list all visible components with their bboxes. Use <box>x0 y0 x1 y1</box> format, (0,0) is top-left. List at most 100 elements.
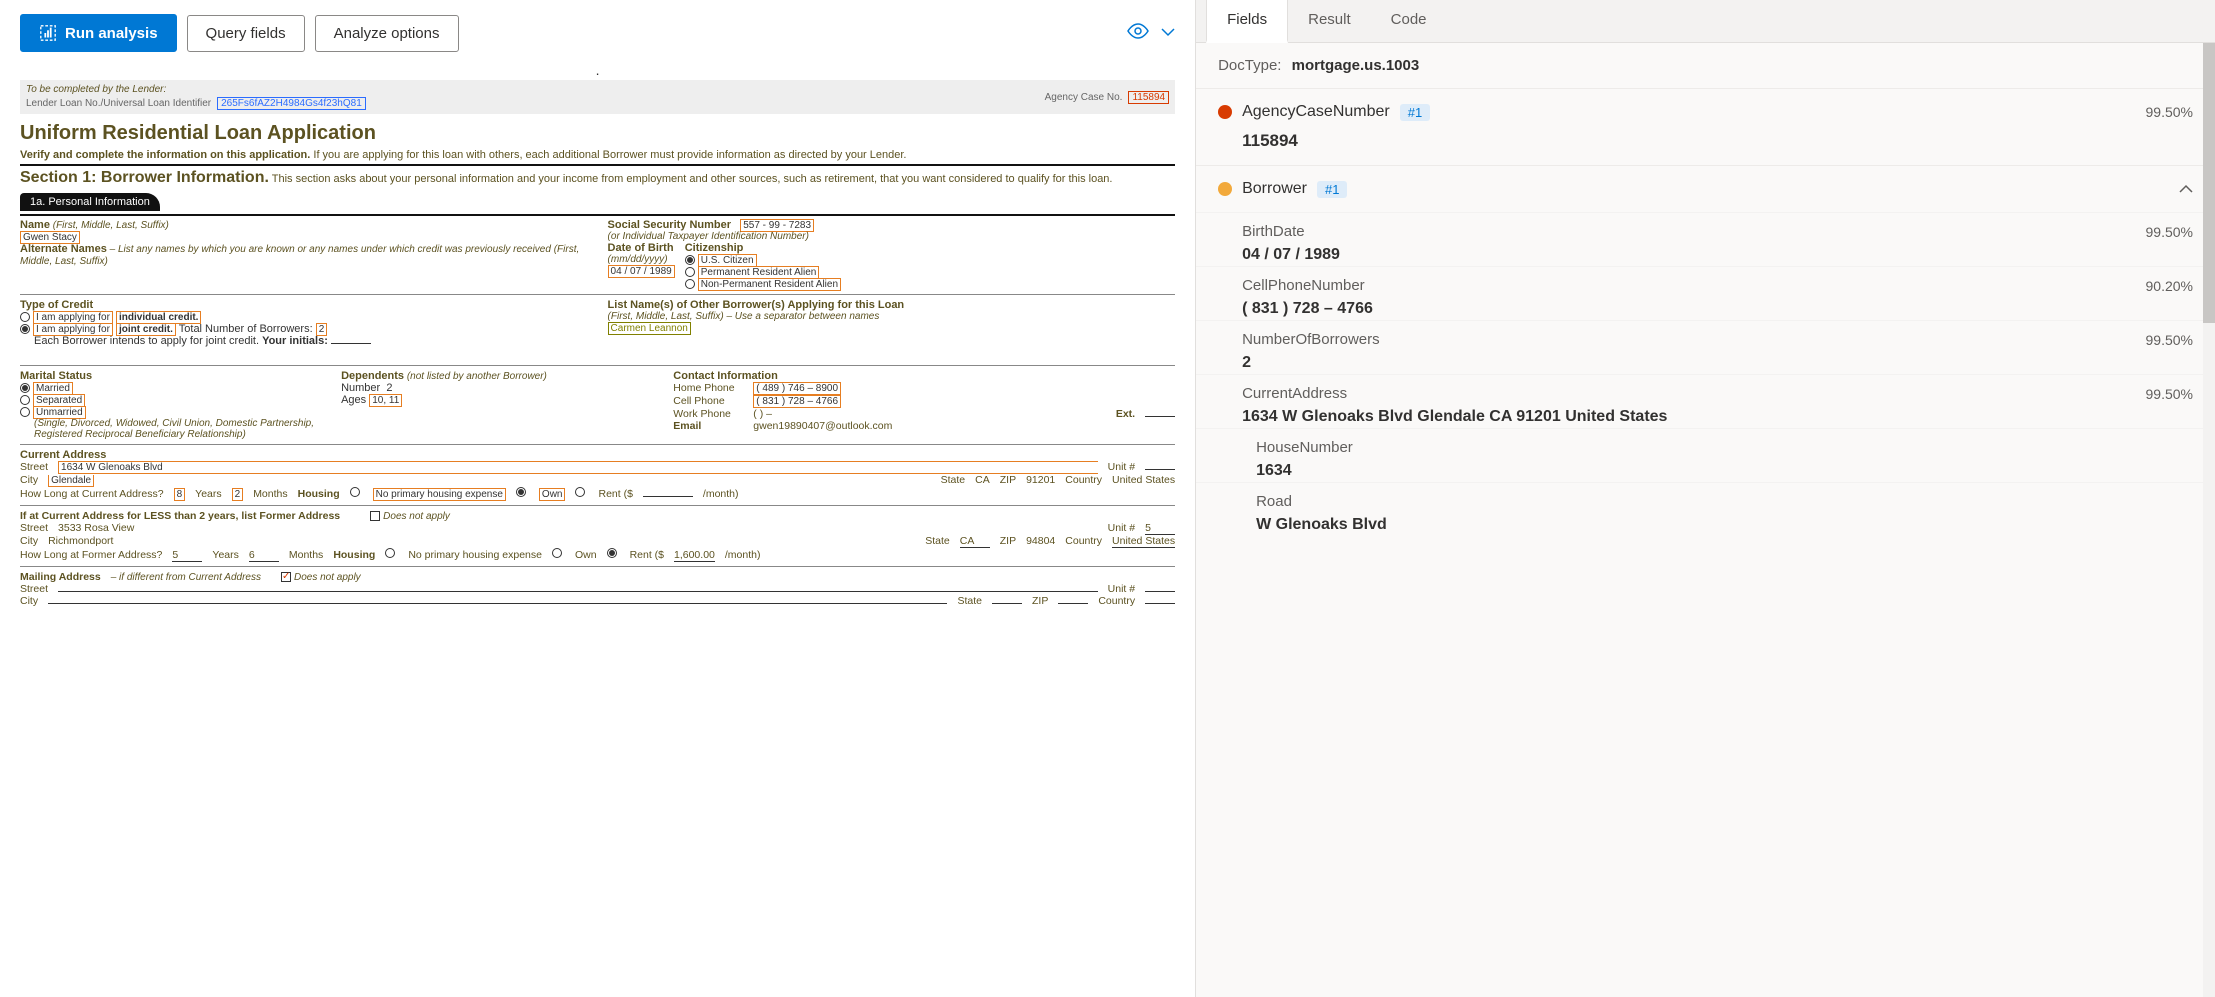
field-badge: #1 <box>1400 104 1430 121</box>
scrollbar-thumb[interactable] <box>2203 43 2215 323</box>
former-rent: 1,600.00 <box>674 549 715 562</box>
years-label-2: Years <box>212 549 238 561</box>
housing-noexp-2: No primary housing expense <box>408 549 542 561</box>
subfield-name: HouseNumber <box>1256 439 1353 456</box>
city-label-3: City <box>20 595 38 607</box>
radio-us-citizen <box>685 255 695 265</box>
dep-number: 2 <box>386 382 392 394</box>
cell-phone: ( 831 ) 728 – 4766 <box>753 395 841 408</box>
curr-addr-label: Current Address <box>20 449 1175 461</box>
unit-label: Unit # <box>1108 461 1135 473</box>
months-label: Months <box>253 488 287 500</box>
curr-years: 8 <box>174 488 186 501</box>
does-not-apply-1: Does not apply <box>383 511 450 522</box>
subfield-value: 2 <box>1242 354 2193 372</box>
loan-id-label: Lender Loan No./Universal Loan Identifie… <box>26 98 211 109</box>
dependents-hint: (not listed by another Borrower) <box>404 371 547 382</box>
email-label: Email <box>673 420 743 432</box>
housing-rent: Rent ($ <box>598 488 632 500</box>
subfield-road[interactable]: Road W Glenoaks Blvd <box>1196 482 2215 536</box>
subfield-house-number[interactable]: HouseNumber 1634 <box>1196 428 2215 482</box>
unit-label-2: Unit # <box>1108 522 1135 534</box>
curr-zip: 91201 <box>1026 474 1055 486</box>
agency-case-value: 115894 <box>1128 91 1169 104</box>
dep-number-label: Number <box>341 382 380 394</box>
zip-label-2: ZIP <box>1000 535 1016 547</box>
dob-value: 04 / 07 / 1989 <box>608 265 675 278</box>
subfield-confidence: 99.50% <box>2146 386 2193 402</box>
section-1-title: Section 1: Borrower Information. <box>20 169 269 186</box>
curr-city: Glendale <box>48 475 94 487</box>
former-zip: 94804 <box>1026 535 1055 547</box>
doctype-value: mortgage.us.1003 <box>1292 57 1420 74</box>
former-state: CA <box>960 535 990 548</box>
chevron-up-icon[interactable] <box>2179 181 2193 197</box>
status-dot-icon <box>1218 182 1232 196</box>
citizen-label: Citizenship <box>685 242 841 254</box>
ext-label: Ext. <box>1116 408 1135 420</box>
months-label-2: Months <box>289 549 323 561</box>
section-1-sub: This section asks about your personal in… <box>269 173 1113 185</box>
run-analysis-button[interactable]: Run analysis <box>20 14 177 52</box>
citizen-opt3: Non-Permanent Resident Alien <box>698 278 841 291</box>
results-panel: Fields Result Code DocType: mortgage.us.… <box>1196 0 2215 997</box>
radio-separated <box>20 395 30 405</box>
lender-instruction: To be completed by the Lender: <box>26 84 366 95</box>
subfield-name: NumberOfBorrowers <box>1242 331 1380 348</box>
radio-rent <box>575 487 585 497</box>
analyze-options-button[interactable]: Analyze options <box>315 15 459 52</box>
zip-label-3: ZIP <box>1032 595 1048 607</box>
run-analysis-label: Run analysis <box>65 25 158 42</box>
years-label: Years <box>195 488 221 500</box>
radio-unmarried <box>20 407 30 417</box>
document-viewer: Run analysis Query fields Analyze option… <box>0 0 1196 997</box>
field-name: AgencyCaseNumber <box>1242 103 1390 121</box>
scrollbar-track[interactable] <box>2203 43 2215 997</box>
curr-months: 2 <box>232 488 244 501</box>
tab-fields[interactable]: Fields <box>1206 0 1288 43</box>
intro-text: If you are applying for this loan with o… <box>310 149 906 161</box>
field-value: 115894 <box>1242 131 2193 151</box>
housing-noexp: No primary housing expense <box>373 488 506 501</box>
cell-phone-label: Cell Phone <box>673 395 743 407</box>
subfield-birthdate[interactable]: BirthDate 99.50% 04 / 07 / 1989 <box>1196 212 2215 266</box>
chk-does-not-apply-former <box>370 511 380 521</box>
name-label: Name <box>20 219 50 231</box>
results-list: DocType: mortgage.us.1003 AgencyCaseNumb… <box>1196 43 2215 997</box>
former-city: Richmondport <box>48 535 113 547</box>
mailing-hint: – if different from Current Address <box>111 572 261 583</box>
curr-country: United States <box>1112 474 1175 486</box>
housing-label-2: Housing <box>333 549 375 561</box>
subfield-name: CellPhoneNumber <box>1242 277 1365 294</box>
subfield-value: ( 831 ) 728 – 4766 <box>1242 300 2193 318</box>
per-month-2: /month) <box>725 549 761 561</box>
document-content: To be completed by the Lender: Lender Lo… <box>0 76 1195 627</box>
radio-no-housing-exp-2 <box>385 548 395 558</box>
subfield-num-borrowers[interactable]: NumberOfBorrowers 99.50% 2 <box>1196 320 2215 374</box>
subfield-cellphone[interactable]: CellPhoneNumber 90.20% ( 831 ) 728 – 476… <box>1196 266 2215 320</box>
field-borrower[interactable]: Borrower #1 <box>1196 165 2215 212</box>
eye-icon[interactable] <box>1127 23 1149 44</box>
country-label: Country <box>1065 474 1102 486</box>
former-intro: If at Current Address for LESS than 2 ye… <box>20 510 340 522</box>
subfield-current-address[interactable]: CurrentAddress 99.50% 1634 W Glenoaks Bl… <box>1196 374 2215 428</box>
former-unit: 5 <box>1145 522 1175 535</box>
radio-joint-credit <box>20 324 30 334</box>
tab-code[interactable]: Code <box>1371 0 1447 42</box>
radio-rent-2 <box>607 548 617 558</box>
city-label: City <box>20 474 38 486</box>
field-agency-case-number[interactable]: AgencyCaseNumber #1 99.50% 115894 <box>1196 88 2215 165</box>
state-label-2: State <box>925 535 950 547</box>
doctype-label: DocType: <box>1218 57 1281 74</box>
document-title: Uniform Residential Loan Application <box>20 122 1175 145</box>
work-phone-blank: ( ) – <box>753 408 772 420</box>
chevron-down-icon[interactable] <box>1161 24 1175 42</box>
tab-result[interactable]: Result <box>1288 0 1371 42</box>
radio-own-2 <box>552 548 562 558</box>
other-borrower-value: Carmen Leannon <box>608 322 691 335</box>
radio-no-housing-exp <box>350 487 360 497</box>
query-fields-button[interactable]: Query fields <box>187 15 305 52</box>
subfield-value: 1634 <box>1256 462 2193 480</box>
page-indicator: . <box>0 62 1195 76</box>
credit-type-label: Type of Credit <box>20 299 588 311</box>
